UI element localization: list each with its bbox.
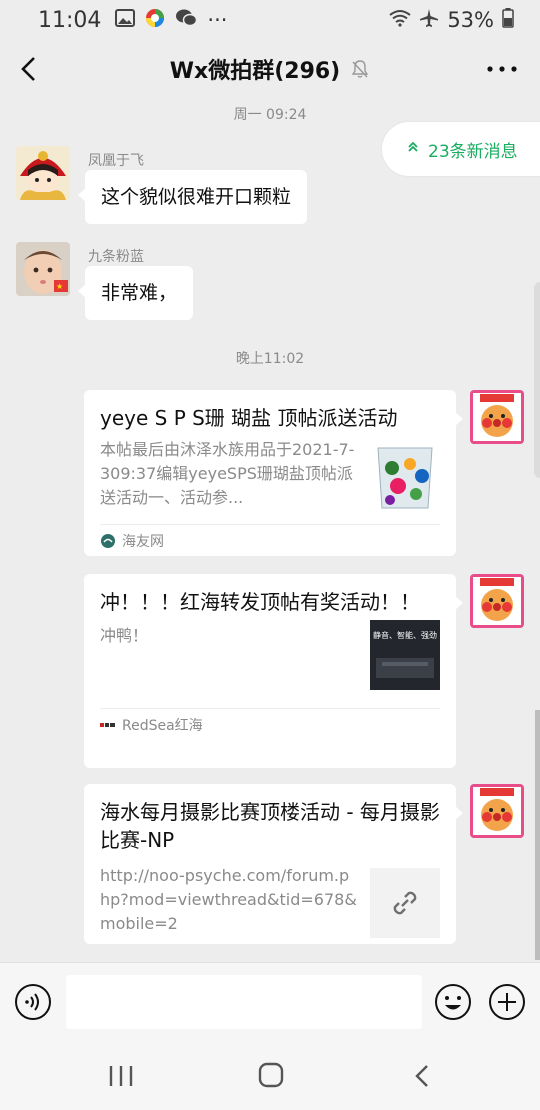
home-button[interactable] [256,1060,286,1090]
timestamp: 晚上11:02 [235,351,305,367]
status-more: ··· [207,8,228,32]
emoji-button[interactable] [434,983,472,1021]
card-source-name: 海友网 [122,533,164,550]
card-description: 本帖最后由沐泽水族用品于2021-7-309:37编辑yeyeSPS珊瑚盐顶帖派… [100,440,355,507]
chat-area[interactable]: 周一 09:24 23条新消息 凤凰于飞 这个貌似很难开口颗粒 ★ 九条粉蓝 非… [0,98,540,960]
back-arrow-icon [21,57,35,81]
card-source: RedSea红海 [100,708,440,740]
link-icon [370,868,440,938]
mute-bell-icon [351,60,369,78]
sender-name: 凤凰于飞 [88,153,144,169]
message-bubble[interactable]: 非常难， [77,266,194,320]
back-button[interactable] [14,52,48,86]
link-card[interactable]: 冲！！！红海转发顶帖有奖活动！！ 冲鸭！ 静音、智能、强劲 RedSea红海 [84,574,463,768]
chat-header: Wx微拍群(296) [0,40,540,98]
card-thumbnail: 静音、智能、强劲 [370,620,440,690]
voice-input-button[interactable] [14,983,52,1021]
message-input[interactable] [66,975,422,1029]
status-bar: 11:04 ··· 53% [0,0,540,40]
timestamp: 周一 09:24 [233,107,307,123]
double-chevron-up-icon [406,140,420,158]
thumbnail-text: 静音、智能、强劲 [373,630,437,640]
battery-percent: 53% [447,8,494,32]
avatar[interactable] [16,146,70,200]
more-functions-button[interactable] [488,983,526,1021]
new-messages-label: 23条新消息 [428,141,518,162]
card-title: 冲！！！红海转发顶帖有奖活动！！ [100,590,420,614]
airplane-icon [419,8,439,33]
wechat-icon [175,8,198,33]
system-nav-bar [0,1040,540,1110]
message-bubble[interactable]: 这个貌似很难开口颗粒 [77,170,308,224]
avatar[interactable]: ★ [16,242,70,296]
my-avatar[interactable] [470,390,524,444]
status-time: 11:04 [38,7,102,33]
gallery-icon [115,8,136,32]
side-panel-handle[interactable] [534,282,540,478]
card-title: 海水每月摄影比赛顶楼活动 - 每月摄影比赛-NP [100,800,440,852]
source-logo-icon [101,533,115,548]
scrollbar[interactable] [535,710,540,960]
input-bar [0,962,540,1040]
card-title: yeye S P S珊 瑚盐 顶帖派送活动 [100,406,398,430]
card-thumbnail [370,442,440,512]
plus-icon [489,984,525,1020]
chat-title: Wx微拍群(296) [169,59,341,84]
browser-icon [145,8,165,33]
card-source-name: RedSea红海 [122,717,203,734]
more-dots-icon [487,66,517,72]
new-messages-button[interactable]: 23条新消息 [382,122,540,176]
card-description: 冲鸭！ [100,626,149,645]
voice-icon [15,984,51,1020]
more-options-button[interactable] [482,52,522,86]
recent-apps-icon [109,1066,133,1086]
card-source: 海友网 [100,524,440,556]
battery-icon [502,7,514,33]
system-back-icon [415,1065,428,1087]
redsea-logo-icon [100,721,116,728]
card-description: http://noo-psyche.com/forum.php?mod=view… [100,866,357,933]
my-avatar[interactable] [470,574,524,628]
link-card[interactable]: yeye S P S珊 瑚盐 顶帖派送活动 本帖最后由沐泽水族用品于2021-7… [84,390,463,556]
emoji-icon [435,984,471,1020]
svg-text:★: ★ [56,282,63,291]
system-back-button[interactable] [410,1062,436,1090]
my-avatar[interactable] [470,784,524,838]
wifi-icon [389,8,411,32]
home-icon [258,1062,284,1088]
sender-name: 九条粉蓝 [88,249,144,265]
link-card[interactable]: 海水每月摄影比赛顶楼活动 - 每月摄影比赛-NP http://noo-psyc… [84,784,463,944]
recent-apps-button[interactable] [104,1062,138,1090]
